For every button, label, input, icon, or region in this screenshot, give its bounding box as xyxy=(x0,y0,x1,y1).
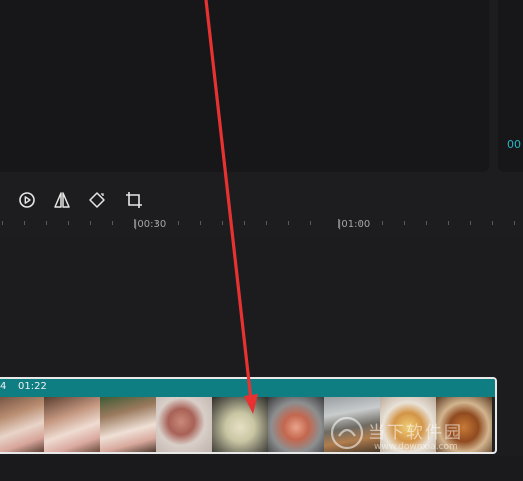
clip-thumbnail xyxy=(212,397,268,452)
ruler-tick xyxy=(404,221,405,225)
ruler-tick xyxy=(470,221,471,225)
ruler-tick xyxy=(288,221,289,225)
clip-thumbnail xyxy=(100,397,156,452)
timeline-toolbar xyxy=(0,183,523,217)
ruler-tick xyxy=(178,221,179,225)
ruler-tick xyxy=(244,221,245,225)
ruler-label-00-30: |00:30 xyxy=(134,219,167,230)
ruler-tick xyxy=(448,221,449,225)
clip-thumbnail xyxy=(380,397,436,452)
video-clip[interactable]: 4 01:22 xyxy=(0,377,497,454)
ruler-tick xyxy=(2,221,3,225)
player-preview-panel xyxy=(0,0,489,172)
ruler-tick xyxy=(24,221,25,225)
ruler-tick xyxy=(112,221,113,225)
clip-left-label: 4 xyxy=(0,381,7,392)
play-circle-icon[interactable] xyxy=(18,191,36,209)
clip-thumbnail xyxy=(44,397,100,452)
ruler-tick xyxy=(46,221,47,225)
clip-thumbnails xyxy=(0,397,495,452)
mirror-icon[interactable] xyxy=(53,191,71,209)
timeline-bottom-strip xyxy=(0,456,523,481)
clip-header: 4 01:22 xyxy=(0,379,495,397)
clip-thumbnail xyxy=(324,397,380,452)
ruler-tick xyxy=(266,221,267,225)
ruler-tick xyxy=(68,221,69,225)
ruler-tick xyxy=(382,221,383,225)
clip-thumbnail xyxy=(436,397,492,452)
clip-duration: 01:22 xyxy=(18,381,47,392)
clip-thumbnail xyxy=(268,397,324,452)
properties-timecode: 00 xyxy=(507,138,521,151)
crop-icon[interactable] xyxy=(125,191,143,209)
ruler-tick xyxy=(426,221,427,225)
timeline-ruler[interactable]: |00:30 |01:00 xyxy=(0,217,523,237)
ruler-label-01-00: |01:00 xyxy=(338,219,371,230)
ruler-tick xyxy=(200,221,201,225)
rotate-icon[interactable] xyxy=(88,191,106,209)
clip-thumbnail xyxy=(156,397,212,452)
ruler-tick xyxy=(492,221,493,225)
ruler-tick xyxy=(310,221,311,225)
ruler-tick xyxy=(514,221,515,225)
ruler-tick xyxy=(90,221,91,225)
clip-thumbnail xyxy=(0,397,44,452)
ruler-tick xyxy=(222,221,223,225)
